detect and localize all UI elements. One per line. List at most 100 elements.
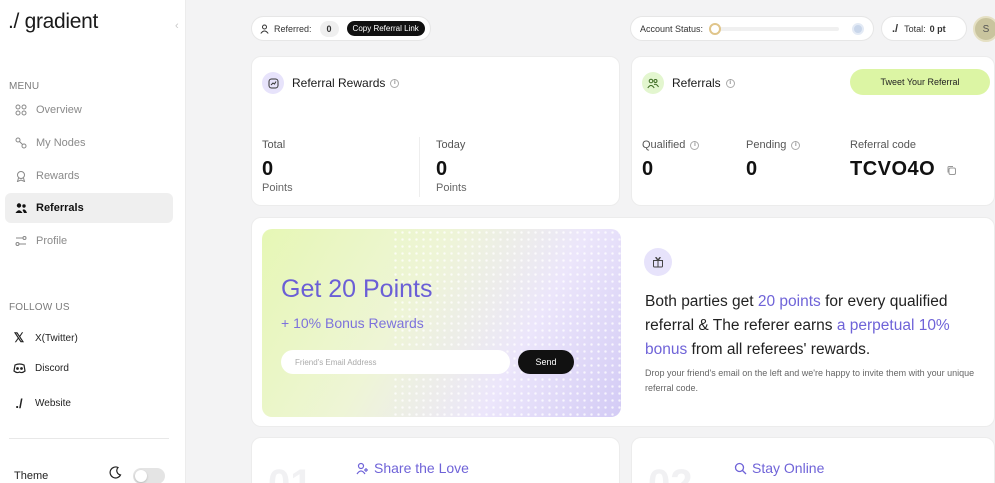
sidebar-item-rewards[interactable]: Rewards [5, 161, 173, 191]
sidebar-item-overview[interactable]: Overview [5, 95, 173, 125]
profile-icon [14, 234, 28, 248]
follow-label: Website [35, 398, 71, 409]
share-icon [356, 462, 369, 475]
referral-rewards-card: Referral Rewards i Total 0 Points Today … [251, 56, 620, 206]
status-end-dot [852, 23, 864, 35]
referrals-card: Referrals i Tweet Your Referral Qualifie… [631, 56, 995, 206]
step-title-row: Stay Online [734, 460, 824, 476]
info-icon[interactable]: i [725, 78, 735, 88]
website-icon: ./ [15, 396, 23, 411]
promo-banner: Get 20 Points + 10% Bonus Rewards Send [262, 229, 621, 417]
promo-description: Both parties get 20 points for every qua… [645, 290, 985, 362]
users-icon [14, 201, 28, 215]
info-icon[interactable]: i [791, 140, 801, 150]
theme-toggle[interactable] [133, 468, 165, 483]
moon-icon [109, 466, 122, 483]
tweet-referral-button[interactable]: Tweet Your Referral [850, 69, 990, 95]
card-title: Referrals [672, 76, 721, 90]
total-points-pill: ./ Total: 0 pt [881, 16, 967, 41]
promo-title: Get 20 Points [281, 275, 433, 303]
total-value: 0 [262, 158, 274, 180]
friend-email-input[interactable] [281, 350, 510, 374]
copy-referral-link-button[interactable]: Copy Referral Link [346, 21, 425, 36]
sidebar-item-label: Referrals [36, 202, 84, 214]
status-thumb[interactable] [709, 22, 722, 35]
follow-label: X(Twitter) [35, 332, 78, 344]
dot-pattern [392, 229, 621, 417]
user-icon [260, 24, 269, 34]
invite-card: Get 20 Points + 10% Bonus Rewards Send B… [251, 217, 995, 427]
search-icon [734, 462, 747, 475]
referral-rewards-title-row: Referral Rewards i [262, 72, 400, 94]
total-label: Total: [904, 23, 926, 34]
referral-code-value[interactable]: TCVO4O [850, 158, 935, 181]
step-title-row: Share the Love [356, 460, 469, 476]
step-number: 01 [268, 462, 313, 483]
follow-label: Discord [35, 363, 69, 374]
referred-pill: Referred: 0 Copy Referral Link [251, 16, 431, 41]
promo-highlight: 20 points [757, 293, 821, 310]
pending-label: Pending [746, 139, 787, 151]
promo-text-part: from all referees' rewards. [687, 341, 871, 358]
today-value: 0 [436, 158, 448, 180]
sidebar: ./ gradient ‹ MENU Overview My Nodes Rew… [0, 0, 186, 483]
people-icon [642, 72, 664, 94]
sidebar-item-my-nodes[interactable]: My Nodes [5, 128, 173, 158]
step-card-online: 02 Stay Online [631, 437, 995, 483]
sidebar-item-label: Rewards [36, 170, 80, 182]
discord-icon [12, 363, 26, 374]
sidebar-item-referrals[interactable]: Referrals [5, 193, 173, 223]
info-icon[interactable]: i [690, 140, 700, 150]
sidebar-item-label: Overview [36, 104, 82, 116]
step-number: 02 [648, 462, 693, 483]
total-unit: Points [262, 182, 293, 194]
sidebar-item-profile[interactable]: Profile [5, 226, 173, 256]
account-status-label: Account Status: [640, 23, 704, 34]
card-title: Referral Rewards [292, 76, 386, 90]
pending-value: 0 [746, 158, 758, 180]
follow-website[interactable]: ./ Website [12, 396, 71, 411]
stat-divider [419, 137, 420, 197]
qualified-label: Qualified [642, 139, 686, 151]
sidebar-item-label: Profile [36, 235, 68, 247]
referral-code-label: Referral code [850, 139, 917, 151]
pending-label-row: Pending i [746, 139, 801, 151]
rewards-chart-icon [262, 72, 284, 94]
follow-discord[interactable]: Discord [12, 363, 69, 374]
gradient-mark-icon: ./ [892, 22, 899, 35]
collapse-sidebar-icon[interactable]: ‹ [175, 20, 179, 32]
promo-subtitle: + 10% Bonus Rewards [281, 315, 424, 331]
step-title: Stay Online [752, 460, 825, 476]
step-card-share: 01 Share the Love [251, 437, 620, 483]
x-icon: 𝕏 [13, 330, 25, 345]
today-unit: Points [436, 182, 467, 194]
referrals-title-row: Referrals i [642, 72, 735, 94]
avatar[interactable]: S [973, 16, 995, 42]
qualified-label-row: Qualified i [642, 139, 700, 151]
app-logo[interactable]: ./ gradient [8, 10, 98, 34]
total-value: 0 pt [929, 23, 946, 34]
theme-label: Theme [14, 470, 49, 482]
total-label: Total [262, 139, 286, 151]
send-button[interactable]: Send [518, 350, 574, 374]
gift-icon [644, 248, 672, 276]
follow-x-twitter[interactable]: 𝕏 X(Twitter) [12, 330, 78, 346]
referred-label: Referred: [274, 23, 312, 34]
rewards-icon [14, 169, 28, 183]
copy-icon[interactable] [946, 163, 957, 181]
qualified-value: 0 [642, 158, 654, 180]
today-label: Today [436, 139, 466, 151]
info-icon[interactable]: i [390, 78, 400, 88]
menu-section-label: MENU [9, 81, 40, 92]
sidebar-divider [9, 438, 169, 439]
account-status-pill: Account Status: [630, 16, 874, 41]
step-title: Share the Love [374, 460, 469, 476]
follow-section-label: FOLLOW US [9, 302, 70, 313]
toggle-knob [135, 470, 147, 482]
sidebar-item-label: My Nodes [36, 137, 86, 149]
nodes-icon [14, 136, 28, 150]
promo-note: Drop your friend's email on the left and… [645, 368, 975, 393]
promo-text-part: Both parties get [645, 293, 758, 310]
account-status-slider[interactable] [709, 22, 840, 35]
referred-count: 0 [319, 20, 339, 37]
